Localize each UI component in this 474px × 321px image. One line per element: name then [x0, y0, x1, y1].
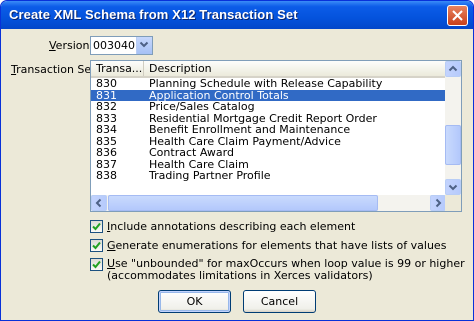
list-item[interactable]: 838 Trading Partner Profile: [91, 170, 446, 182]
annotations-label[interactable]: Include annotations describing each elem…: [107, 221, 355, 233]
transaction-description: Planning Schedule with Release Capabilit…: [149, 77, 383, 90]
scroll-left-button[interactable]: [91, 195, 107, 211]
checkmark-icon: [92, 222, 101, 231]
column-header-description[interactable]: Description: [144, 61, 446, 76]
list-item[interactable]: 830 Planning Schedule with Release Capabi…: [91, 78, 446, 90]
version-dropdown-button[interactable]: [136, 37, 152, 54]
chevron-down-icon: [139, 41, 149, 48]
dialog-window: Create XML Schema from X12 Transaction S…: [0, 0, 474, 321]
list-item[interactable]: 834 Benefit Enrollment and Maintenance: [91, 124, 446, 136]
transaction-set-list[interactable]: Transa... Description 830 Planning Schedu…: [90, 60, 462, 212]
chevron-up-icon: [448, 65, 458, 72]
transaction-code: 838: [96, 169, 117, 182]
cancel-button[interactable]: Cancel: [243, 290, 316, 313]
chevron-down-icon: [448, 184, 458, 191]
scroll-up-button[interactable]: [445, 61, 461, 77]
scroll-down-button[interactable]: [445, 179, 461, 195]
title-bar[interactable]: Create XML Schema from X12 Transaction S…: [1, 1, 473, 29]
transaction-code: 832: [96, 100, 117, 113]
unbounded-label-note: (accommodates limitations in Xerces vali…: [107, 269, 373, 282]
list-item[interactable]: 832 Price/Sales Catalog: [91, 101, 446, 113]
annotations-checkbox[interactable]: [90, 220, 103, 233]
transaction-code: 830: [96, 77, 117, 90]
vertical-scrollbar[interactable]: [445, 61, 461, 211]
checkmark-icon: [92, 241, 101, 250]
ok-button[interactable]: OK: [158, 290, 231, 313]
transaction-code: 836: [96, 146, 117, 159]
column-header-code[interactable]: Transa...: [91, 61, 144, 76]
list-header: Transa... Description: [91, 61, 446, 78]
scrollbar-corner: [445, 195, 461, 211]
window-title: Create XML Schema from X12 Transaction S…: [9, 7, 298, 22]
enumerations-checkbox[interactable]: [90, 239, 103, 252]
list-rows: 830 Planning Schedule with Release Capabi…: [91, 78, 446, 182]
list-item[interactable]: 835 Health Care Claim Payment/Advice: [91, 135, 446, 148]
chevron-left-icon: [95, 198, 102, 208]
close-button[interactable]: [447, 5, 468, 26]
list-item[interactable]: 836 Contract Award: [91, 147, 446, 159]
horizontal-scrollbar[interactable]: [91, 195, 446, 211]
transaction-description: Price/Sales Catalog: [149, 100, 255, 113]
chevron-right-icon: [435, 198, 442, 208]
version-value: 003040: [93, 39, 135, 52]
unbounded-checkbox[interactable]: [90, 258, 103, 271]
horizontal-scroll-thumb[interactable]: [108, 195, 378, 211]
list-item[interactable]: 831 Application Control Totals: [91, 89, 446, 101]
version-label: Version:: [49, 39, 94, 52]
transaction-description: Contract Award: [149, 146, 234, 159]
transaction-description: Benefit Enrollment and Maintenance: [149, 123, 351, 136]
close-icon: [452, 10, 463, 21]
checkmark-icon: [92, 260, 101, 269]
transaction-set-label: Transaction Set:: [11, 63, 100, 76]
transaction-description: Trading Partner Profile: [149, 169, 271, 182]
vertical-scroll-thumb[interactable]: [445, 125, 461, 165]
version-select[interactable]: 003040: [90, 36, 153, 55]
enumerations-label[interactable]: Generate enumerations for elements that …: [107, 240, 446, 252]
transaction-code: 834: [96, 123, 117, 136]
scroll-right-button[interactable]: [430, 195, 446, 211]
